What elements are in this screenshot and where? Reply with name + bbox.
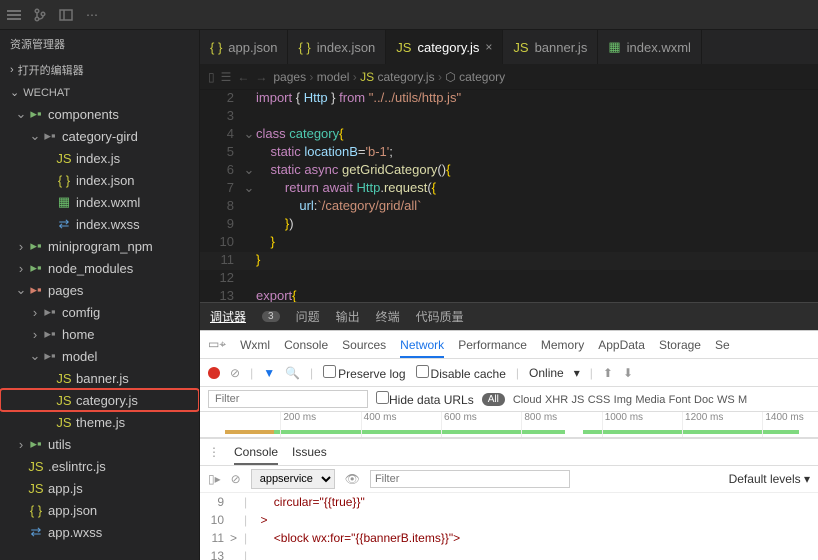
console-toolbar: ▯▸ ⊘ appservice 👁 Default levels ▾ <box>200 466 818 492</box>
devtools-tabs: ▭⌖ Wxml Console Sources Network Performance M… <box>200 331 818 359</box>
eye-icon[interactable]: 👁 <box>345 472 360 486</box>
file-item[interactable]: JStheme.js <box>0 411 199 433</box>
editor-tab[interactable]: ▦index.wxml <box>598 30 702 64</box>
network-filter-bar: Hide data URLs All Cloud XHR JS CSS Img … <box>200 387 818 411</box>
filter-type[interactable]: Doc <box>694 394 714 406</box>
file-tree: ⌄▸▪components⌄▸▪category-girdJSindex.js{… <box>0 103 199 543</box>
file-item[interactable]: JSapp.js <box>0 477 199 499</box>
throttling-select[interactable]: Online ▾ <box>529 366 580 380</box>
devtools-tab[interactable]: Memory <box>541 338 584 352</box>
folder-item[interactable]: ⌄▸▪pages <box>0 279 199 301</box>
console-drawer-tabs: ⋮ Console Issues <box>200 438 818 466</box>
sidebar-section-editors[interactable]: ›打开的编辑器 <box>0 58 199 82</box>
breadcrumb[interactable]: ▯ ☰ ← → pages › model › JS category.js ›… <box>200 64 818 90</box>
file-item[interactable]: { }app.json <box>0 499 199 521</box>
titlebar: ⋯ <box>0 0 818 30</box>
console-menu-icon[interactable]: ⋮ <box>208 445 220 459</box>
panel-tab[interactable]: 输出 <box>336 308 360 325</box>
folder-item[interactable]: ›▸▪utils <box>0 433 199 455</box>
folder-item[interactable]: ›▸▪home <box>0 323 199 345</box>
file-item[interactable]: JScategory.js <box>0 389 199 411</box>
filter-type[interactable]: JS <box>572 394 585 406</box>
drawer-tab-issues[interactable]: Issues <box>292 445 327 459</box>
filter-type[interactable]: Media <box>635 394 665 406</box>
filter-type[interactable]: Font <box>669 394 691 406</box>
forward-icon[interactable]: → <box>255 70 267 84</box>
code-editor[interactable]: 2import { Http } from "../../utils/http.… <box>200 90 818 302</box>
inspect-icon[interactable]: ▭⌖ <box>208 337 226 352</box>
file-item[interactable]: ▦index.wxml <box>0 191 199 213</box>
filter-type[interactable]: M <box>738 394 747 406</box>
file-item[interactable]: { }index.json <box>0 169 199 191</box>
more-icon[interactable]: ⋯ <box>84 7 100 23</box>
filter-type[interactable]: WS <box>717 394 735 406</box>
console-clear-icon[interactable]: ⊘ <box>231 472 241 486</box>
folder-item[interactable]: ›▸▪comfig <box>0 301 199 323</box>
branch-icon[interactable] <box>32 7 48 23</box>
panel-tab[interactable]: 调试器 <box>210 308 246 325</box>
devtools-tab[interactable]: Console <box>284 338 328 352</box>
devtools: ▭⌖ Wxml Console Sources Network Performance M… <box>200 330 818 560</box>
close-icon[interactable]: × <box>485 40 492 54</box>
file-item[interactable]: ⇄index.wxss <box>0 213 199 235</box>
clear-icon[interactable]: ⊘ <box>230 366 240 380</box>
folder-item[interactable]: ⌄▸▪model <box>0 345 199 367</box>
devtools-tab[interactable]: Performance <box>458 338 527 352</box>
drawer-tab-console[interactable]: Console <box>234 445 278 465</box>
folder-item[interactable]: ›▸▪node_modules <box>0 257 199 279</box>
sidebar: 资源管理器 ›打开的编辑器 ⌄WECHAT ⌄▸▪components⌄▸▪ca… <box>0 30 200 560</box>
file-item[interactable]: JSbanner.js <box>0 367 199 389</box>
editor-tabs: { }app.json{ }index.jsonJScategory.js×JS… <box>200 30 818 64</box>
filter-all[interactable]: All <box>482 393 505 406</box>
editor-tab[interactable]: { }index.json <box>288 30 386 64</box>
download-icon[interactable]: ⬇ <box>623 366 633 380</box>
disable-cache-checkbox[interactable]: Disable cache <box>416 365 506 381</box>
filter-type[interactable]: XHR <box>545 394 568 406</box>
preserve-log-checkbox[interactable]: Preserve log <box>323 365 405 381</box>
filter-icon[interactable]: ▼ <box>263 366 275 380</box>
context-select[interactable]: appservice <box>251 469 335 489</box>
panel-tab[interactable]: 终端 <box>376 308 400 325</box>
explorer-icon[interactable] <box>58 7 74 23</box>
bottom-panel-tabs: 调试器3问题输出终端代码质量 <box>200 302 818 330</box>
panel-tab[interactable]: 问题 <box>296 308 320 325</box>
folder-item[interactable]: ⌄▸▪category-gird <box>0 125 199 147</box>
network-toolbar: ⊘ | ▼ 🔍 | Preserve log Disable cache | O… <box>200 359 818 387</box>
log-levels-select[interactable]: Default levels ▾ <box>729 472 810 486</box>
file-item[interactable]: ⇄app.wxss <box>0 521 199 543</box>
filter-type[interactable]: CSS <box>588 394 611 406</box>
filter-type[interactable]: Cloud <box>513 394 542 406</box>
network-filter-input[interactable] <box>208 390 368 408</box>
devtools-tab[interactable]: Network <box>400 338 444 358</box>
console-filter-input[interactable] <box>370 470 570 488</box>
file-item[interactable]: JS.eslintrc.js <box>0 455 199 477</box>
console-log[interactable]: 9| circular="{{true}}"10| >11>| <block w… <box>200 493 818 560</box>
editor-area: { }app.json{ }index.jsonJScategory.js×JS… <box>200 30 818 560</box>
bookmark-icon[interactable]: ▯ <box>208 70 215 84</box>
back-icon[interactable]: ← <box>237 70 249 84</box>
hide-data-urls-checkbox[interactable]: Hide data URLs <box>376 391 474 407</box>
devtools-tab[interactable]: Wxml <box>240 338 270 352</box>
folder-item[interactable]: ›▸▪miniprogram_npm <box>0 235 199 257</box>
sidebar-title: 资源管理器 <box>0 30 199 58</box>
devtools-tab[interactable]: AppData <box>598 338 645 352</box>
editor-tab[interactable]: { }app.json <box>200 30 288 64</box>
file-item[interactable]: JSindex.js <box>0 147 199 169</box>
console-sidebar-icon[interactable]: ▯▸ <box>208 472 221 486</box>
panel-tab[interactable]: 代码质量 <box>416 308 464 325</box>
editor-tab[interactable]: JSbanner.js <box>503 30 598 64</box>
devtools-tab[interactable]: Sources <box>342 338 386 352</box>
menu-icon[interactable] <box>6 7 22 23</box>
folder-item[interactable]: ⌄▸▪components <box>0 103 199 125</box>
search-icon[interactable]: 🔍 <box>285 366 300 380</box>
network-waterfall: 200 ms400 ms600 ms800 ms1000 ms1200 ms14… <box>200 412 818 438</box>
devtools-tab[interactable]: Storage <box>659 338 701 352</box>
editor-tab[interactable]: JScategory.js× <box>386 30 503 64</box>
filter-type[interactable]: Img <box>614 394 632 406</box>
upload-icon[interactable]: ⬆ <box>603 366 613 380</box>
sidebar-section-project[interactable]: ⌄WECHAT <box>0 82 199 103</box>
devtools-tab[interactable]: Se <box>715 338 730 352</box>
record-icon[interactable] <box>208 367 220 379</box>
outline-icon[interactable]: ☰ <box>221 70 232 84</box>
